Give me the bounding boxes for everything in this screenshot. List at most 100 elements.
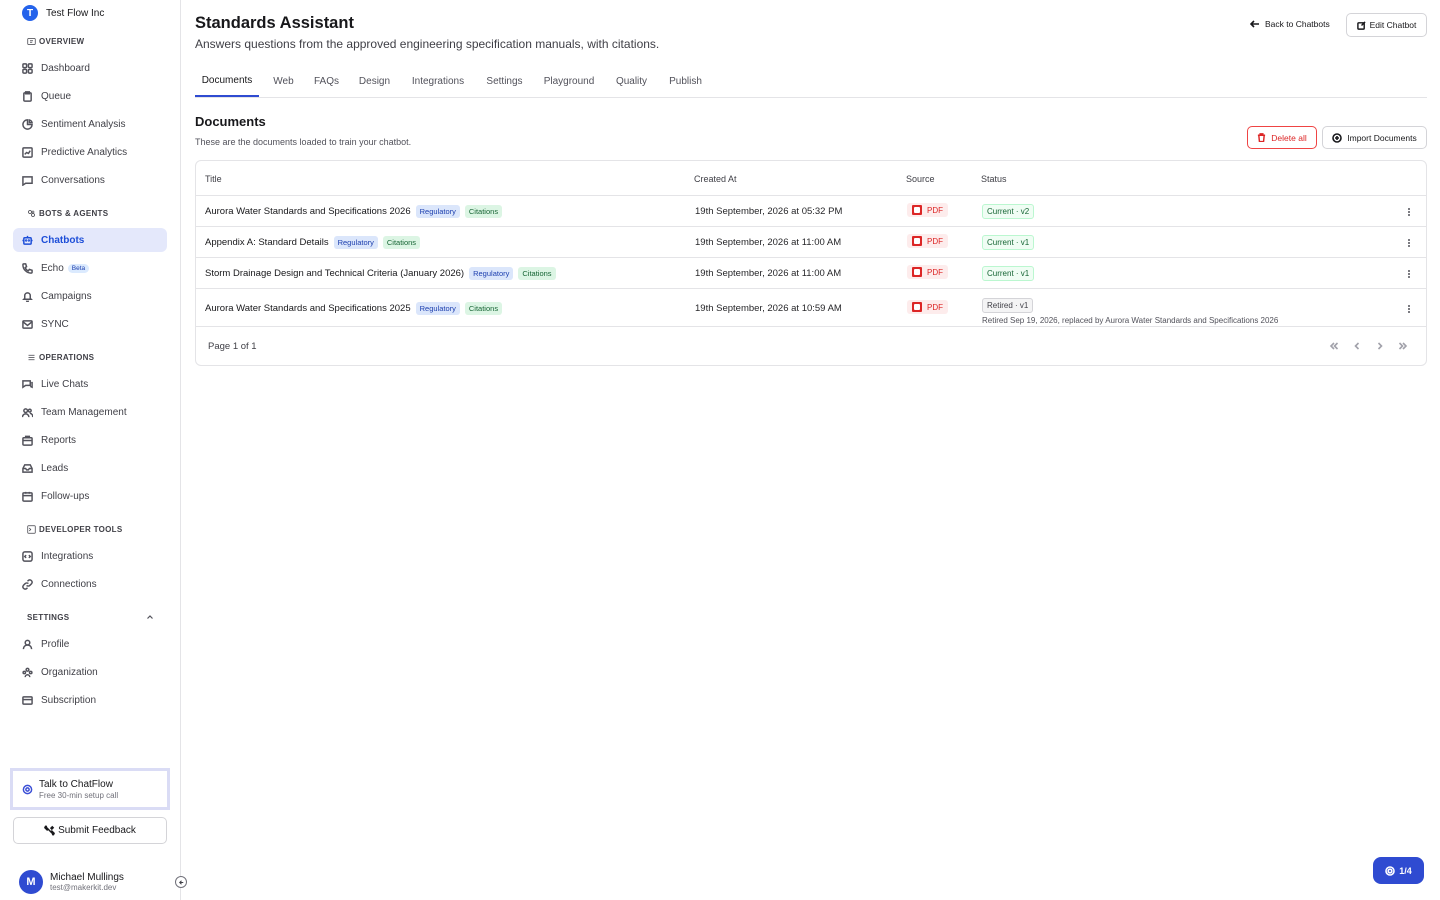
sidebar-item-dashboard[interactable]: Dashboard: [13, 56, 167, 80]
page-title: Standards Assistant: [195, 14, 354, 32]
talk-subtitle: Free 30-min setup call: [39, 790, 119, 800]
sidebar-item-chatbots[interactable]: Chatbots: [13, 228, 167, 252]
column-header-source: Source: [906, 174, 935, 184]
row-menu-icon[interactable]: [1408, 304, 1410, 314]
app: T Test Flow Inc OVERVIEW Dashboard Queue…: [0, 0, 1440, 900]
terminal-icon: [27, 525, 36, 534]
chart-icon: [22, 146, 33, 158]
section-subtitle: These are the documents loaded to train …: [195, 137, 412, 147]
next-page-button[interactable]: [1372, 338, 1388, 354]
onboarding-progress-button[interactable]: 1/4: [1373, 857, 1424, 884]
row-menu-icon[interactable]: [1408, 207, 1410, 217]
sidebar-item-profile[interactable]: Profile: [13, 632, 167, 656]
tab-integrations[interactable]: Integrations: [409, 66, 467, 97]
talk-to-chatflow-card[interactable]: Talk to ChatFlow Free 30-min setup call: [10, 768, 170, 810]
column-header-created: Created At: [694, 174, 737, 184]
tab-settings[interactable]: Settings: [484, 66, 525, 97]
sidebar-item-label: Sentiment Analysis: [41, 118, 126, 130]
sidebar-item-connections[interactable]: Connections: [13, 572, 167, 596]
sidebar-item-label: Subscription: [41, 694, 97, 706]
import-documents-button[interactable]: Import Documents: [1322, 126, 1427, 149]
link-icon: [22, 578, 33, 590]
source-badge: PDF: [907, 265, 948, 279]
table-row[interactable]: Aurora Water Standards and Specification…: [196, 288, 1426, 327]
sidebar: T Test Flow Inc OVERVIEW Dashboard Queue…: [0, 0, 181, 900]
sidebar-item-label: Team Management: [41, 406, 127, 418]
sidebar-item-label: Integrations: [41, 550, 94, 562]
inbox-icon: [22, 463, 33, 473]
edit-chatbot-button[interactable]: Edit Chatbot: [1346, 13, 1427, 37]
tag-regulatory: Regulatory: [333, 236, 378, 249]
sidebar-item-followups[interactable]: Follow-ups: [13, 484, 167, 508]
submit-feedback-button[interactable]: Submit Feedback: [13, 817, 167, 844]
tab-documents[interactable]: Documents: [195, 66, 259, 97]
org-switcher[interactable]: T Test Flow Inc: [22, 5, 104, 21]
created-at: 19th September, 2026 at 10:59 AM: [695, 303, 842, 314]
chat-bubble-icon: [22, 379, 33, 389]
sidebar-item-sync[interactable]: SYNC: [13, 312, 167, 336]
sidebar-item-label: Connections: [41, 578, 97, 590]
tab-publish[interactable]: Publish: [667, 66, 704, 97]
sidebar-item-label: Queue: [41, 90, 72, 102]
chevrons-right-icon: [1398, 342, 1408, 350]
tab-playground[interactable]: Playground: [542, 66, 596, 97]
tab-quality[interactable]: Quality: [613, 66, 650, 97]
first-page-button[interactable]: [1326, 338, 1342, 354]
credit-card-icon: [22, 695, 33, 705]
sidebar-item-sentiment[interactable]: Sentiment Analysis: [13, 112, 167, 136]
sidebar-item-echo[interactable]: Echo Beta: [13, 256, 167, 280]
sidebar-item-organization[interactable]: Organization: [13, 660, 167, 684]
row-menu-icon[interactable]: [1408, 269, 1410, 279]
sidebar-item-subscription[interactable]: Subscription: [13, 688, 167, 712]
sidebar-item-queue[interactable]: Queue: [13, 84, 167, 108]
sidebar-item-reports[interactable]: Reports: [13, 428, 167, 452]
created-at: 19th September, 2026 at 11:00 AM: [695, 268, 842, 279]
sidebar-item-campaigns[interactable]: Campaigns: [13, 284, 167, 308]
sidebar-item-label: Follow-ups: [41, 490, 90, 502]
tab-faqs[interactable]: FAQs: [313, 66, 340, 97]
document-title: Appendix A: Standard Details: [205, 237, 329, 248]
code-icon: [22, 550, 33, 562]
tag-citations: Citations: [382, 236, 421, 249]
section-operations: OPERATIONS: [27, 353, 94, 362]
sidebar-item-team[interactable]: Team Management: [13, 400, 167, 424]
sidebar-item-leads[interactable]: Leads: [13, 456, 167, 480]
sidebar-item-label: SYNC: [41, 318, 69, 330]
pdf-icon: [912, 302, 922, 312]
main-content: Standards Assistant Answers questions fr…: [195, 0, 1427, 900]
sidebar-item-label: Reports: [41, 434, 77, 446]
pdf-icon: [912, 236, 922, 246]
sidebar-item-live-chats[interactable]: Live Chats: [13, 372, 167, 396]
clipboard-icon: [23, 90, 32, 102]
document-title: Aurora Water Standards and Specification…: [205, 303, 411, 314]
table-row[interactable]: Aurora Water Standards and Specification…: [196, 195, 1426, 226]
collapse-sidebar-button[interactable]: [175, 876, 187, 888]
tab-design[interactable]: Design: [357, 66, 392, 97]
table-row[interactable]: Storm Drainage Design and Technical Crit…: [196, 257, 1426, 288]
sidebar-item-conversations[interactable]: Conversations: [13, 168, 167, 192]
section-title: Documents: [195, 114, 266, 129]
tag-regulatory: Regulatory: [415, 302, 460, 315]
sidebar-item-predictive[interactable]: Predictive Analytics: [13, 140, 167, 164]
delete-all-button[interactable]: Delete all: [1247, 126, 1317, 149]
section-bots: BOTS & AGENTS: [27, 209, 108, 218]
org-name: Test Flow Inc: [46, 7, 105, 19]
chevron-up-icon[interactable]: [146, 613, 154, 621]
back-to-chatbots-link[interactable]: Back to Chatbots: [1250, 19, 1330, 29]
row-menu-icon[interactable]: [1408, 238, 1410, 248]
chevrons-left-icon: [1329, 342, 1339, 350]
phone-icon: [22, 262, 33, 274]
last-page-button[interactable]: [1395, 338, 1411, 354]
sidebar-item-integrations[interactable]: Integrations: [13, 544, 167, 568]
section-devtools: DEVELOPER TOOLS: [27, 525, 122, 534]
calendar-icon: [22, 491, 33, 502]
section-settings[interactable]: SETTINGS: [27, 613, 69, 622]
user-menu[interactable]: M Michael Mullings test@makerkit.dev: [19, 870, 124, 894]
table-row[interactable]: Appendix A: Standard Details Regulatory …: [196, 226, 1426, 257]
status-badge: Current · v1: [982, 235, 1035, 250]
tab-web[interactable]: Web: [271, 66, 296, 97]
sidebar-item-label: Dashboard: [41, 62, 90, 74]
prev-page-button[interactable]: [1349, 338, 1365, 354]
tag-citations: Citations: [464, 205, 503, 218]
bots-icon: [28, 210, 35, 217]
